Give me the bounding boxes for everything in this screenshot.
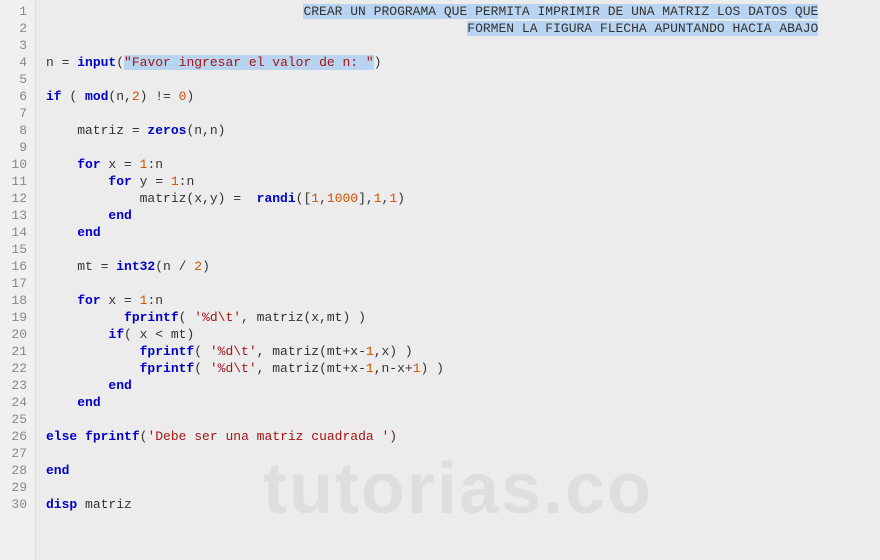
line-number: 17: [4, 275, 27, 292]
code-line[interactable]: for x = 1:n: [46, 292, 880, 309]
line-number: 12: [4, 190, 27, 207]
code-line[interactable]: [46, 37, 880, 54]
code-line[interactable]: if( x < mt): [46, 326, 880, 343]
code-line[interactable]: [46, 105, 880, 122]
line-number: 4: [4, 54, 27, 71]
code-line[interactable]: fprintf( '%d\t', matriz(x,mt) ): [46, 309, 880, 326]
code-line[interactable]: [46, 71, 880, 88]
code-line[interactable]: [46, 275, 880, 292]
line-number: 13: [4, 207, 27, 224]
code-line[interactable]: if ( mod(n,2) != 0): [46, 88, 880, 105]
code-line[interactable]: [46, 139, 880, 156]
line-number: 25: [4, 411, 27, 428]
line-number: 8: [4, 122, 27, 139]
code-line[interactable]: [46, 241, 880, 258]
code-line[interactable]: end: [46, 207, 880, 224]
line-number: 29: [4, 479, 27, 496]
code-line[interactable]: matriz = zeros(n,n): [46, 122, 880, 139]
code-line[interactable]: CREAR UN PROGRAMA QUE PERMITA IMPRIMIR D…: [46, 3, 880, 20]
code-line[interactable]: end: [46, 377, 880, 394]
code-line[interactable]: end: [46, 462, 880, 479]
code-line[interactable]: end: [46, 394, 880, 411]
line-number: 23: [4, 377, 27, 394]
line-number: 26: [4, 428, 27, 445]
code-line[interactable]: for x = 1:n: [46, 156, 880, 173]
line-number: 7: [4, 105, 27, 122]
code-line[interactable]: FORMEN LA FIGURA FLECHA APUNTANDO HACIA …: [46, 20, 880, 37]
line-number: 5: [4, 71, 27, 88]
code-line[interactable]: end: [46, 224, 880, 241]
code-editor: 1 2 3 4 5 6 7 8 9 10 11 12 13 14 15 16 1…: [0, 0, 880, 560]
line-number: 18: [4, 292, 27, 309]
line-number: 2: [4, 20, 27, 37]
code-line[interactable]: fprintf( '%d\t', matriz(mt+x-1,n-x+1) ): [46, 360, 880, 377]
code-line[interactable]: n = input("Favor ingresar el valor de n:…: [46, 54, 880, 71]
line-number: 30: [4, 496, 27, 513]
line-number: 10: [4, 156, 27, 173]
highlighted-comment: CREAR UN PROGRAMA QUE PERMITA IMPRIMIR D…: [303, 4, 818, 19]
code-line[interactable]: disp matriz: [46, 496, 880, 513]
line-number: 1: [4, 3, 27, 20]
line-number: 22: [4, 360, 27, 377]
code-line[interactable]: else fprintf('Debe ser una matriz cuadra…: [46, 428, 880, 445]
line-number: 16: [4, 258, 27, 275]
line-number: 6: [4, 88, 27, 105]
line-number: 9: [4, 139, 27, 156]
line-number: 3: [4, 37, 27, 54]
line-gutter: 1 2 3 4 5 6 7 8 9 10 11 12 13 14 15 16 1…: [0, 0, 36, 560]
code-line[interactable]: mt = int32(n / 2): [46, 258, 880, 275]
code-area[interactable]: CREAR UN PROGRAMA QUE PERMITA IMPRIMIR D…: [36, 0, 880, 560]
line-number: 27: [4, 445, 27, 462]
code-line[interactable]: [46, 445, 880, 462]
code-line[interactable]: matriz(x,y) = randi([1,1000],1,1): [46, 190, 880, 207]
line-number: 19: [4, 309, 27, 326]
line-number: 24: [4, 394, 27, 411]
line-number: 11: [4, 173, 27, 190]
line-number: 14: [4, 224, 27, 241]
line-number: 21: [4, 343, 27, 360]
highlighted-comment: FORMEN LA FIGURA FLECHA APUNTANDO HACIA …: [467, 21, 818, 36]
code-line[interactable]: [46, 411, 880, 428]
line-number: 20: [4, 326, 27, 343]
line-number: 15: [4, 241, 27, 258]
code-line[interactable]: for y = 1:n: [46, 173, 880, 190]
line-number: 28: [4, 462, 27, 479]
code-line[interactable]: fprintf( '%d\t', matriz(mt+x-1,x) ): [46, 343, 880, 360]
code-line[interactable]: [46, 479, 880, 496]
